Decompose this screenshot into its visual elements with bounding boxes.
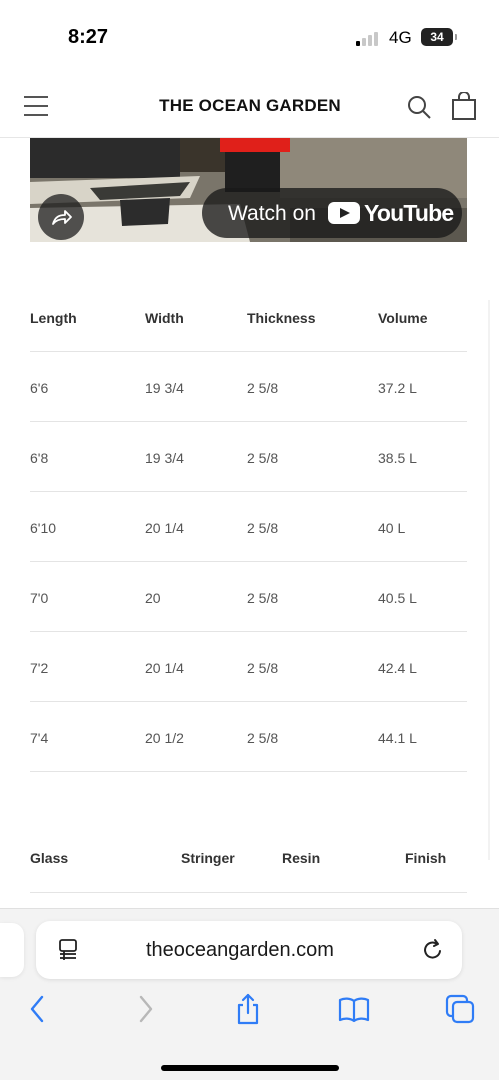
column-header: Length: [30, 310, 77, 326]
width-cell: 20 1/2: [145, 730, 184, 746]
dimensions-table: Length Width Thickness Volume 6'6 19 3/4…: [30, 300, 467, 772]
status-bar: 8:27 4G 34: [0, 0, 499, 70]
column-header: Finish: [405, 850, 447, 866]
length-cell: 6'8: [30, 450, 49, 466]
battery-cap: [455, 34, 457, 40]
search-icon[interactable]: [406, 94, 432, 120]
network-type: 4G: [389, 28, 412, 47]
table-row: 6'8 19 3/4 2 5/8 38.5 L: [30, 422, 467, 492]
tabs-icon[interactable]: [444, 993, 475, 1025]
back-icon[interactable]: [24, 993, 54, 1025]
table-row: 7'0 20 2 5/8 40.5 L: [30, 562, 467, 632]
length-cell: 7'2: [30, 660, 49, 676]
thickness-cell: 2 5/8: [247, 450, 279, 466]
watch-on-label: Watch on: [228, 202, 316, 225]
hamburger-icon[interactable]: [24, 96, 48, 116]
battery-icon: 34: [421, 28, 453, 46]
browser-toolbar: [0, 993, 499, 1033]
width-cell: 20 1/4: [145, 520, 184, 536]
previous-tab-preview[interactable]: [0, 923, 24, 977]
url-text[interactable]: theoceangarden.com: [146, 939, 334, 962]
width-cell: 19 3/4: [145, 450, 184, 466]
table-header: Length Width Thickness Volume: [30, 300, 467, 352]
length-cell: 7'0: [30, 590, 49, 606]
column-header: Glass: [30, 850, 69, 866]
shopping-bag-icon[interactable]: [452, 91, 476, 120]
thickness-cell: 2 5/8: [247, 380, 279, 396]
bookmarks-icon[interactable]: [338, 993, 370, 1025]
construction-table-header: Glass Stringer Resin Finish: [30, 838, 467, 893]
column-header: Resin: [282, 850, 321, 866]
table-row: 6'10 20 1/4 2 5/8 40 L: [30, 492, 467, 562]
reload-icon[interactable]: [422, 938, 444, 962]
watch-on-youtube-button[interactable]: Watch on YouTube: [202, 188, 462, 238]
volume-cell: 40 L: [378, 520, 406, 536]
address-bar[interactable]: theoceangarden.com: [36, 921, 462, 979]
width-cell: 19 3/4: [145, 380, 184, 396]
share-icon[interactable]: [233, 993, 263, 1025]
status-time: 8:27: [68, 26, 109, 48]
reader-mode-icon[interactable]: [58, 939, 78, 961]
home-indicator[interactable]: [161, 1065, 339, 1071]
youtube-wordmark: YouTube: [364, 200, 454, 226]
video-embed[interactable]: Watch on YouTube: [30, 138, 467, 242]
brand-logo[interactable]: THE OCEAN GARDEN: [140, 96, 360, 116]
scrollbar-track[interactable]: [488, 300, 490, 860]
width-cell: 20: [145, 590, 161, 606]
column-header: Thickness: [247, 310, 316, 326]
share-arrow-icon[interactable]: [38, 194, 84, 240]
column-header: Width: [145, 310, 184, 326]
length-cell: 6'10: [30, 520, 57, 536]
browser-bottom-bar: theoceangarden.com: [0, 908, 499, 1080]
table-row: 7'2 20 1/4 2 5/8 42.4 L: [30, 632, 467, 702]
thickness-cell: 2 5/8: [247, 660, 279, 676]
volume-cell: 42.4 L: [378, 660, 417, 676]
table-row: 6'6 19 3/4 2 5/8 37.2 L: [30, 352, 467, 422]
length-cell: 6'6: [30, 380, 49, 396]
youtube-play-icon: [328, 202, 360, 224]
length-cell: 7'4: [30, 730, 49, 746]
cellular-signal-icon: [356, 30, 382, 46]
thickness-cell: 2 5/8: [247, 590, 279, 606]
site-header: THE OCEAN GARDEN: [0, 70, 499, 138]
table-row: 7'4 20 1/2 2 5/8 44.1 L: [30, 702, 467, 772]
volume-cell: 40.5 L: [378, 590, 417, 606]
column-header: Stringer: [181, 850, 235, 866]
width-cell: 20 1/4: [145, 660, 184, 676]
volume-cell: 44.1 L: [378, 730, 417, 746]
thickness-cell: 2 5/8: [247, 520, 279, 536]
forward-icon[interactable]: [131, 993, 161, 1025]
thickness-cell: 2 5/8: [247, 730, 279, 746]
volume-cell: 37.2 L: [378, 380, 417, 396]
column-header: Volume: [378, 310, 428, 326]
volume-cell: 38.5 L: [378, 450, 417, 466]
